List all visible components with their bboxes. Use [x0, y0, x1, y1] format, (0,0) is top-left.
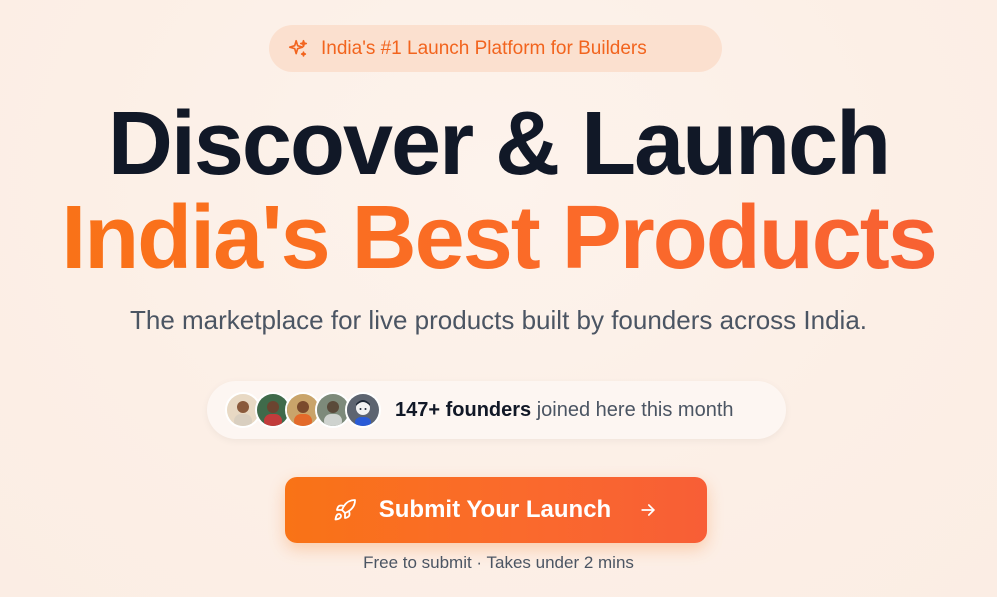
social-proof-suffix: joined here this month: [536, 398, 734, 421]
announcement-badge: India's #1 Launch Platform for Builders: [269, 25, 722, 72]
submit-launch-button[interactable]: Submit Your Launch: [285, 477, 707, 543]
hero-subtitle: The marketplace for live products built …: [129, 305, 868, 335]
founder-avatar-5: [345, 392, 381, 428]
founder-count: 147+ founders: [395, 398, 532, 421]
sparkles-icon: [287, 38, 309, 60]
headline-line-1: Discover & Launch: [107, 94, 891, 194]
arrow-right-icon: [637, 499, 659, 521]
social-proof-text: 147+ founders joined here this month: [395, 399, 734, 422]
badge-text: India's #1 Launch Platform for Builders: [321, 37, 647, 59]
submit-launch-label: Submit Your Launch: [378, 496, 612, 523]
hero-section: India's #1 Launch Platform for Builders …: [0, 0, 997, 597]
social-proof-pill: 147+ founders joined here this month: [207, 381, 786, 439]
rocket-icon: [333, 498, 357, 522]
submit-note: Free to submit · Takes under 2 mins: [363, 553, 634, 572]
headline-line-2: India's Best Products: [0, 186, 997, 290]
avatar-stack: [225, 392, 381, 428]
